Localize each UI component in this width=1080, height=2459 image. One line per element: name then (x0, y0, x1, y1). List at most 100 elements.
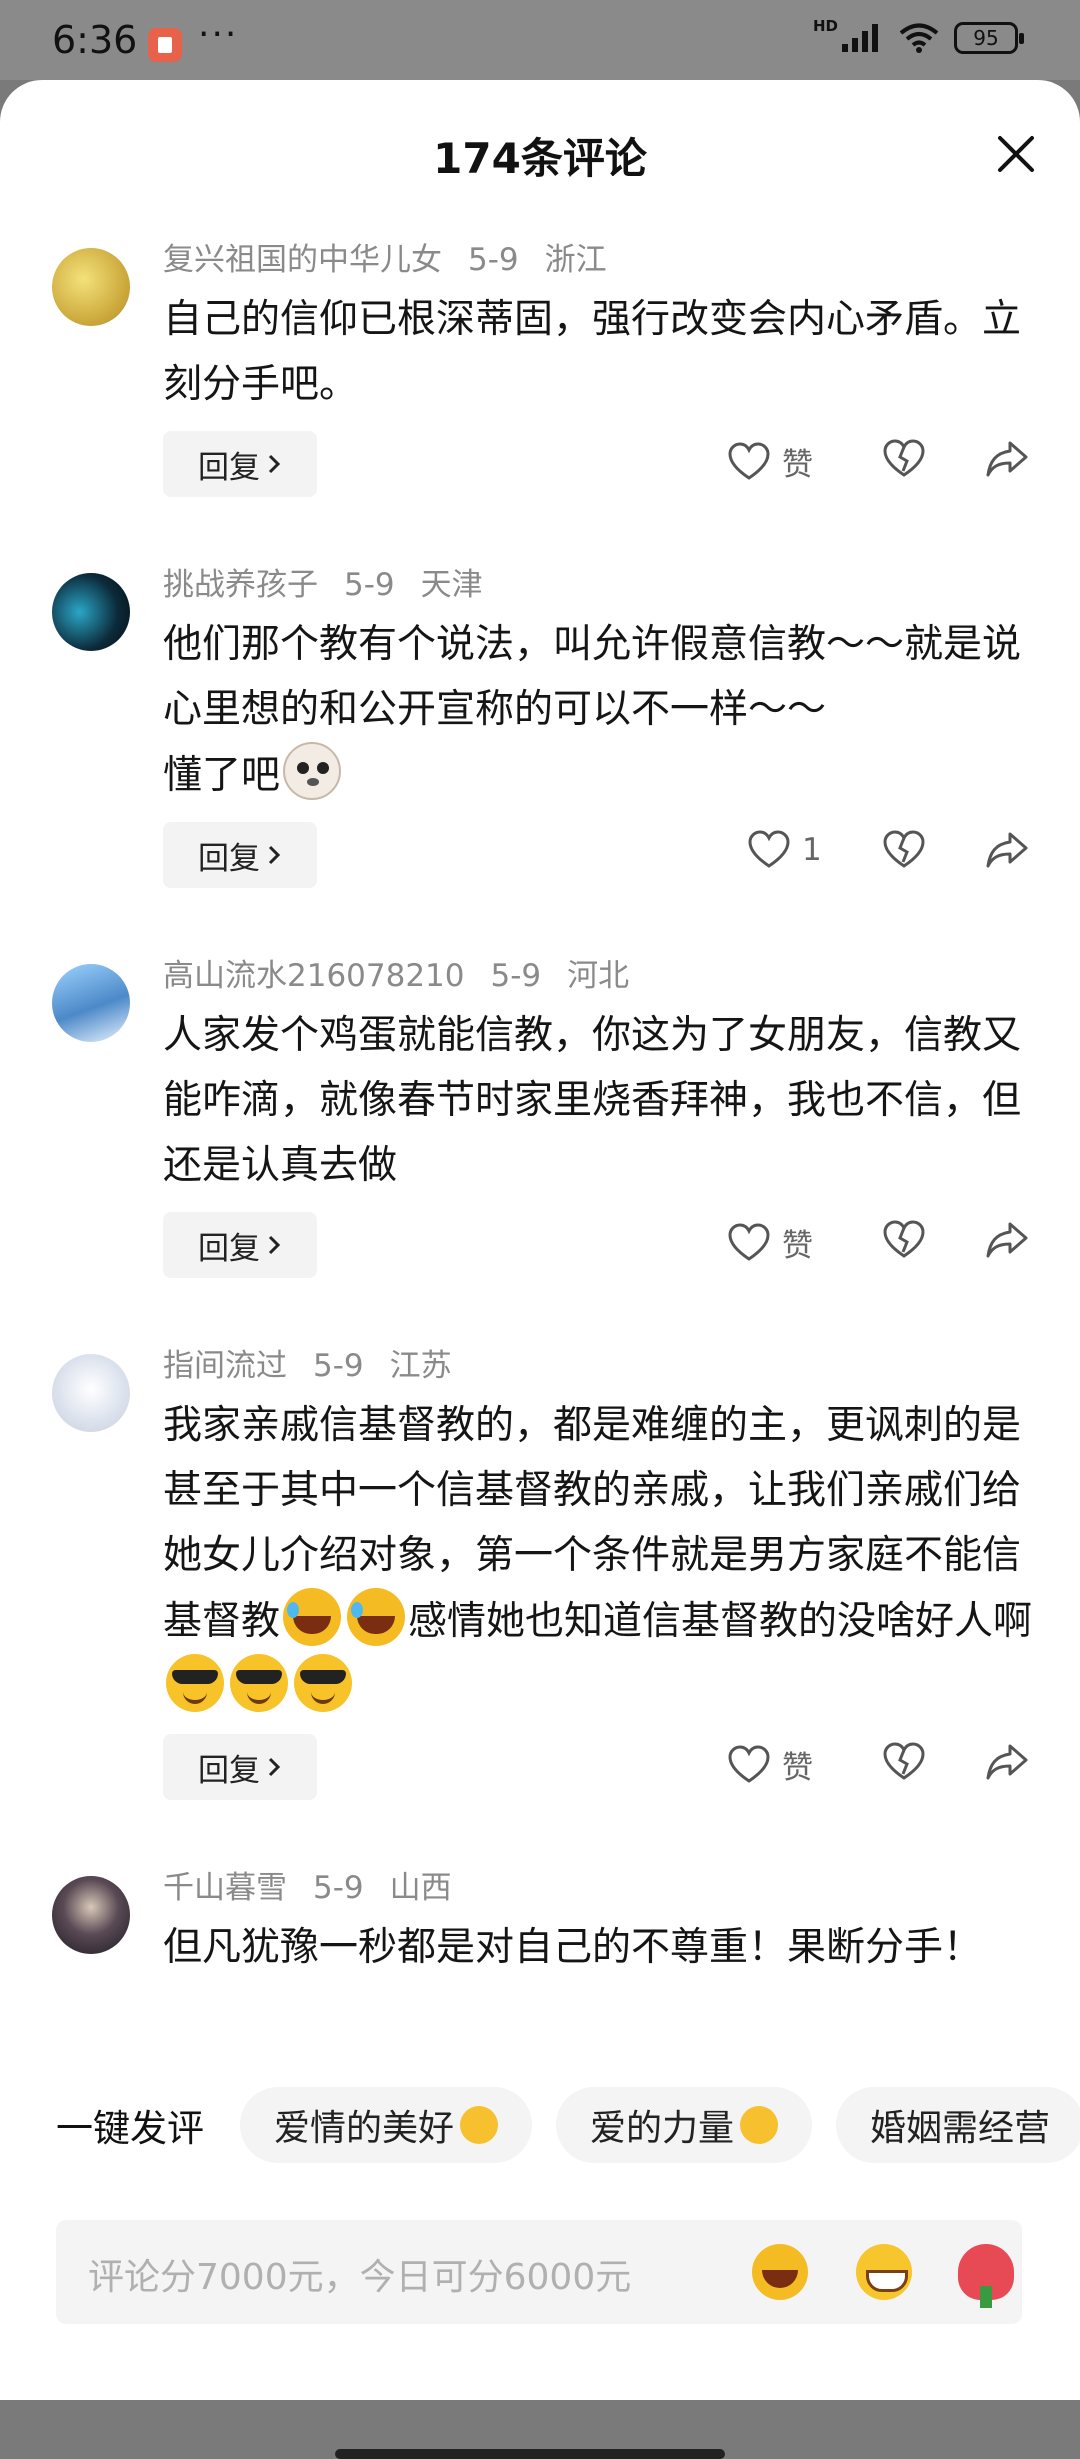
comment-item: 千山暮雪 5-9 山西 但凡犹豫一秒都是对自己的不尊重！果断分手！ (0, 1866, 1080, 1980)
like-button[interactable]: 赞 (728, 1220, 813, 1265)
heart-icon (728, 1744, 770, 1783)
quick-comment-chip[interactable]: 婚姻需经营 (836, 2087, 1080, 2163)
home-indicator[interactable] (335, 2449, 725, 2459)
share-icon[interactable] (986, 439, 1028, 479)
reply-label: 回复 (198, 449, 260, 486)
comment-meta: 挑战养孩子 5-9 天津 (163, 563, 1040, 607)
like-count: 1 (802, 832, 822, 868)
laugh-cry-emoji-icon (347, 1588, 406, 1646)
chevron-right-icon (268, 1757, 281, 1777)
heart-icon (728, 1222, 770, 1261)
status-indicators: HD 95 (813, 17, 1024, 54)
like-count: 赞 (782, 1228, 813, 1264)
quick-comment-chip[interactable]: 爱的力量 (556, 2087, 813, 2163)
username[interactable]: 高山流水216078210 (163, 958, 465, 994)
comment-sheet: 174条评论 复兴祖国的中华儿女 5-9 浙江 自己的信仰已根深蒂固，强行改变会内心… (0, 80, 1080, 2459)
comment-input[interactable]: 评论分7000元，今日可分6000元 (56, 2220, 1022, 2324)
comment-location: 山西 (389, 1870, 452, 1906)
quick-comment-row: 一键发评 爱情的美好 爱的力量 婚姻需经营 (0, 2085, 1080, 2165)
comment-meta: 高山流水216078210 5-9 河北 (163, 954, 1040, 998)
thumbs-up-emoji-icon (740, 2106, 779, 2144)
comment-actions: 回复 赞 (163, 431, 1040, 499)
broken-heart-icon[interactable] (883, 1220, 925, 1260)
quick-comment-chip[interactable]: 爱情的美好 (240, 2087, 533, 2163)
comment-text: 自己的信仰已根深蒂固，强行改变会内心矛盾。立刻分手吧。 (163, 297, 1022, 407)
reply-button[interactable]: 回复 (163, 1734, 317, 1800)
heart-icon (748, 830, 790, 868)
chip-label: 爱情的美好 (274, 2108, 455, 2149)
battery-indicator: 95 (954, 22, 1024, 54)
comment-text: 他们那个教有个说法，叫允许假意信教～～就是说心里想的和公开宣称的可以不一样～～ … (163, 612, 1040, 808)
comment-date: 5-9 (468, 242, 519, 278)
broken-heart-icon[interactable] (883, 439, 925, 479)
share-icon[interactable] (986, 1220, 1028, 1260)
chevron-right-icon (268, 454, 281, 474)
share-icon[interactable] (986, 830, 1028, 870)
username[interactable]: 挑战养孩子 (163, 567, 318, 603)
comment-location: 河北 (567, 958, 630, 994)
sunglasses-emoji-icon (230, 1654, 288, 1712)
sunglasses-emoji-icon (294, 1654, 352, 1712)
comment-text-main: 他们那个教有个说法，叫允许假意信教～～就是说心里想的和公开宣称的可以不一样～～ (163, 622, 1022, 732)
comment-item: 高山流水216078210 5-9 河北 人家发个鸡蛋就能信教，你这为了女朋友，信教… (0, 954, 1080, 1280)
more-notifications-icon: ··· (198, 14, 239, 55)
reply-label: 回复 (198, 1752, 260, 1789)
username[interactable]: 指间流过 (163, 1348, 287, 1384)
comment-date: 5-9 (490, 958, 542, 994)
comment-actions: 回复 1 (163, 822, 1040, 890)
reply-button[interactable]: 回复 (163, 1212, 317, 1278)
comment-date: 5-9 (313, 1348, 364, 1384)
comment-date: 5-9 (344, 567, 395, 603)
heart-icon (728, 441, 770, 480)
sunglasses-emoji-icon (166, 1654, 224, 1712)
broken-heart-icon[interactable] (883, 830, 925, 870)
username[interactable]: 千山暮雪 (163, 1870, 287, 1906)
share-icon[interactable] (986, 1742, 1028, 1782)
avatar[interactable] (52, 1354, 130, 1432)
wifi-icon (899, 23, 939, 53)
avatar[interactable] (52, 573, 130, 651)
avatar[interactable] (52, 964, 130, 1042)
sheet-title: 174条评论 (433, 134, 647, 183)
comment-list[interactable]: 复兴祖国的中华儿女 5-9 浙江 自己的信仰已根深蒂固，强行改变会内心矛盾。立刻分手… (0, 230, 1080, 2175)
grin-emoji-icon[interactable] (856, 2244, 912, 2300)
rose-emoji-icon[interactable] (958, 2244, 1014, 2308)
app-notification-icon (148, 28, 182, 62)
chip-label: 爱的力量 (590, 2108, 735, 2149)
chip-label: 婚姻需经营 (870, 2108, 1051, 2149)
close-icon[interactable] (990, 128, 1042, 180)
comment-item: 复兴祖国的中华儿女 5-9 浙江 自己的信仰已根深蒂固，强行改变会内心矛盾。立刻分手… (0, 238, 1080, 499)
broken-heart-icon[interactable] (883, 1742, 925, 1782)
comment-meta: 指间流过 5-9 江苏 (163, 1344, 1040, 1388)
comment-actions: 回复 赞 (163, 1212, 1040, 1280)
comment-text: 人家发个鸡蛋就能信教，你这为了女朋友，信教又能咋滴，就像春节时家里烧香拜神，我也… (163, 1013, 1022, 1188)
clap-emoji-icon (460, 2106, 499, 2144)
username[interactable]: 复兴祖国的中华儿女 (163, 242, 442, 278)
reply-label: 回复 (198, 840, 260, 877)
laugh-emoji-icon[interactable] (752, 2244, 808, 2300)
comment-meta: 复兴祖国的中华儿女 5-9 浙江 (163, 238, 1040, 282)
like-button[interactable]: 赞 (728, 1742, 813, 1787)
hd-label: HD (812, 17, 838, 35)
dog-emoji-icon (283, 742, 342, 800)
reply-label: 回复 (198, 1230, 260, 1267)
reply-button[interactable]: 回复 (163, 822, 317, 888)
chevron-right-icon (268, 845, 281, 865)
comment-location: 浙江 (544, 242, 607, 278)
comment-text-tail: 懂了吧 (163, 753, 281, 798)
status-time: 6:36 (52, 18, 138, 62)
avatar[interactable] (52, 1876, 130, 1954)
quick-comment-label: 一键发评 (56, 2107, 204, 2150)
like-button[interactable]: 1 (748, 830, 822, 870)
avatar[interactable] (52, 248, 130, 326)
comment-location: 江苏 (389, 1348, 452, 1384)
battery-level: 95 (973, 26, 999, 50)
comment-date: 5-9 (313, 1870, 364, 1906)
reply-button[interactable]: 回复 (163, 431, 317, 497)
comment-text-tail: 感情她也知道信基督教的没啥好人啊 (408, 1599, 1033, 1644)
comment-text: 我家亲戚信基督教的，都是难缠的主，更讽刺的是甚至于其中一个信基督教的亲戚，让我们… (163, 1393, 1040, 1720)
comment-item: 挑战养孩子 5-9 天津 他们那个教有个说法，叫允许假意信教～～就是说心里想的和公开… (0, 563, 1080, 890)
signal-icon (842, 24, 878, 52)
like-button[interactable]: 赞 (728, 439, 813, 484)
laugh-cry-emoji-icon (283, 1588, 342, 1646)
